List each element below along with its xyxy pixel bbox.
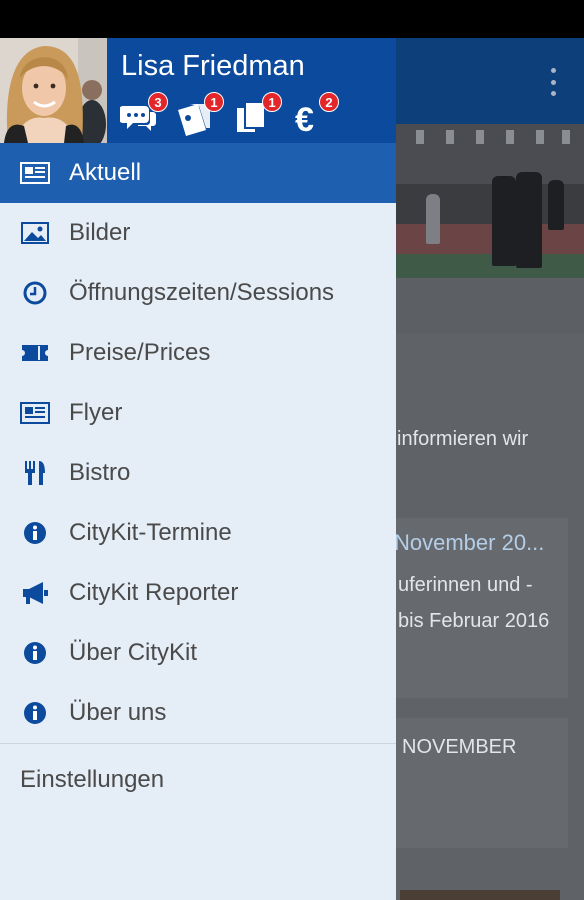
newspaper-icon xyxy=(20,159,50,187)
overflow-menu-icon[interactable] xyxy=(548,68,558,96)
nav-item-bilder[interactable]: Bilder xyxy=(0,203,396,263)
settings-item[interactable]: Einstellungen xyxy=(0,756,396,806)
euro-icon[interactable]: € 2 xyxy=(291,92,339,139)
svg-text:€: € xyxy=(295,101,314,136)
intro-text: informieren wir xyxy=(397,428,529,450)
nav-item-label: Über CityKit xyxy=(69,639,198,666)
news-card[interactable]: NOVEMBER xyxy=(396,718,568,848)
nav-item-ueber-citykit[interactable]: Über CityKit xyxy=(0,623,396,683)
nav-item-citykit-reporter[interactable]: CityKit Reporter xyxy=(0,563,396,623)
user-name: Lisa Friedman xyxy=(121,50,305,82)
nav-item-label: Preise/Prices xyxy=(69,339,211,366)
nav-item-label: Über uns xyxy=(69,699,167,726)
news-card-title: NOVEMBER xyxy=(402,736,517,758)
nav-item-label: Flyer xyxy=(69,399,123,426)
cutlery-icon xyxy=(20,459,50,487)
documents-icon[interactable]: 1 xyxy=(234,92,282,136)
news-card-title: November 20... xyxy=(394,530,545,555)
nav-item-label: Aktuell xyxy=(69,159,142,186)
hero-image xyxy=(396,124,584,334)
nav-item-ueber-uns[interactable]: Über uns xyxy=(0,683,396,743)
nav-item-flyer[interactable]: Flyer xyxy=(0,383,396,443)
nav-item-aktuell[interactable]: Aktuell xyxy=(0,143,396,203)
nav-item-oeffnungszeiten[interactable]: Öffnungszeiten/Sessions xyxy=(0,263,396,323)
notification-badge: 3 xyxy=(148,92,168,112)
chat-bubbles-icon[interactable]: 3 xyxy=(119,92,168,136)
notification-badge: 1 xyxy=(204,92,224,112)
info-icon xyxy=(20,699,50,727)
ticket-icon xyxy=(20,339,50,367)
notification-badge: 2 xyxy=(319,92,339,112)
info-icon xyxy=(20,519,50,547)
news-card-line: uferinnen und - xyxy=(398,574,533,596)
nav-item-preise[interactable]: Preise/Prices xyxy=(0,323,396,383)
navigation-drawer: Lisa Friedman 3 1 1 € 2 Aktuell Bilder Ö… xyxy=(0,38,396,900)
news-card[interactable]: November 20... uferinnen und - bis Febru… xyxy=(394,518,568,698)
nav-item-label: Bistro xyxy=(69,459,131,486)
news-card-line: bis Februar 2016 xyxy=(398,610,550,632)
picture-icon xyxy=(20,219,50,247)
drawer-header: Lisa Friedman 3 1 1 € 2 xyxy=(0,38,396,143)
newspaper-icon xyxy=(20,399,50,427)
nav-item-label: CityKit Reporter xyxy=(69,579,239,606)
clock-icon xyxy=(20,279,50,307)
nav-item-citykit-termine[interactable]: CityKit-Termine xyxy=(0,503,396,563)
avatar[interactable] xyxy=(0,38,107,143)
settings-label: Einstellungen xyxy=(20,766,165,793)
info-icon xyxy=(20,639,50,667)
nav-item-bistro[interactable]: Bistro xyxy=(0,443,396,503)
nav-item-label: Öffnungszeiten/Sessions xyxy=(69,279,335,306)
nav-item-label: Bilder xyxy=(69,219,131,246)
divider xyxy=(0,743,396,744)
notification-badge: 1 xyxy=(262,92,282,112)
nav-item-label: CityKit-Termine xyxy=(69,519,232,546)
tickets-icon[interactable]: 1 xyxy=(176,92,224,136)
megaphone-icon xyxy=(20,579,50,607)
card-thumbnail xyxy=(400,890,560,900)
status-bar xyxy=(0,0,584,38)
